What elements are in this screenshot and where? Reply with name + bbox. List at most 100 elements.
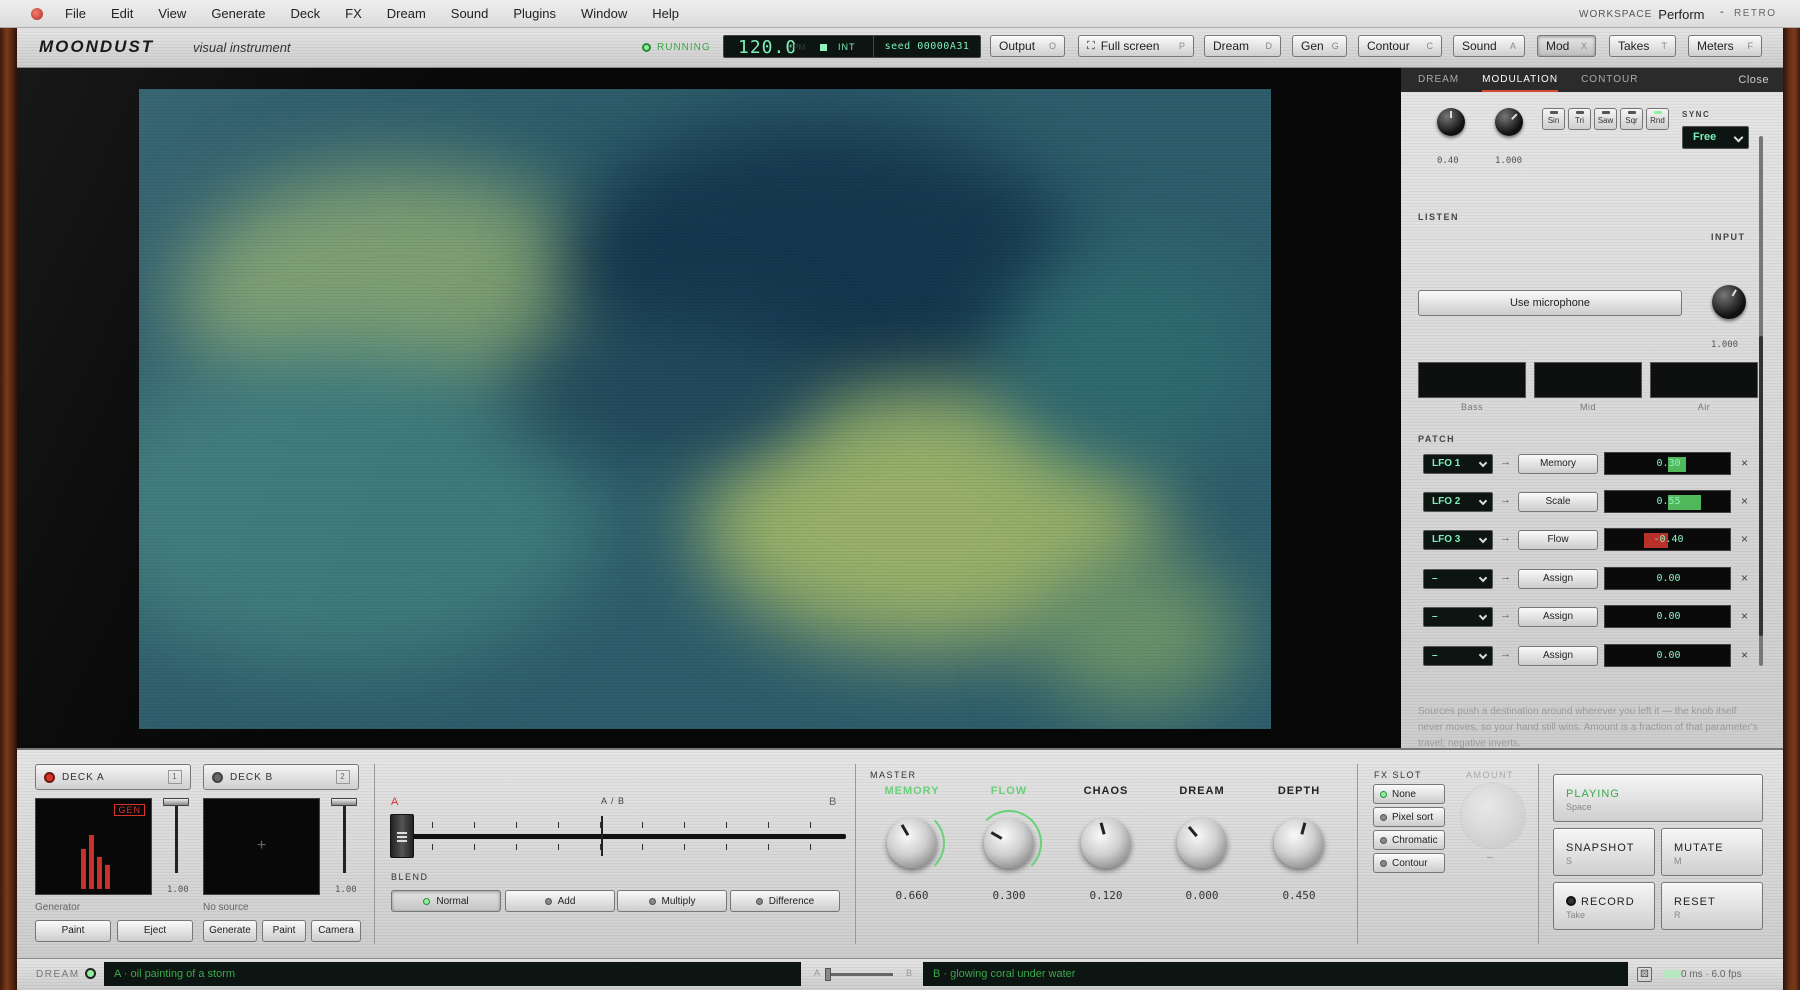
prompt-a-field[interactable]: A · oil painting of a storm: [104, 962, 801, 986]
chaos-knob[interactable]: [1081, 818, 1131, 868]
seed-display[interactable]: seed 00000A31: [873, 35, 981, 58]
crossfader[interactable]: [390, 800, 846, 860]
wave-tri-button[interactable]: Tri: [1568, 108, 1591, 130]
deck-a-header[interactable]: DECK A 1: [35, 764, 191, 790]
patch-amount-slider[interactable]: -0.40: [1604, 528, 1731, 551]
patch-amount-slider[interactable]: 0.00: [1604, 605, 1731, 628]
snapshot-button[interactable]: SNAPSHOT S: [1553, 828, 1655, 876]
patch-source-select[interactable]: –: [1423, 569, 1493, 589]
workspace-selector[interactable]: WORKSPACE Perform ⌃: [1579, 0, 1726, 28]
bpm-display[interactable]: 120.0 BPM INT: [723, 35, 875, 58]
patch-destination-button[interactable]: Memory: [1518, 454, 1598, 474]
output-button[interactable]: Output O: [990, 35, 1065, 57]
remove-patch-icon[interactable]: ×: [1741, 456, 1748, 470]
patch-amount-slider[interactable]: 0.00: [1604, 567, 1731, 590]
patch-source-select[interactable]: LFO 1: [1423, 454, 1493, 474]
patch-destination-button[interactable]: Assign: [1518, 646, 1598, 666]
menu-generate[interactable]: Generate: [211, 6, 265, 21]
menu-edit[interactable]: Edit: [111, 6, 133, 21]
mod-button[interactable]: Mod X: [1537, 35, 1596, 57]
remove-patch-icon[interactable]: ×: [1741, 494, 1748, 508]
fx-amount-knob[interactable]: [1461, 784, 1525, 848]
remove-patch-icon[interactable]: ×: [1741, 532, 1748, 546]
remove-patch-icon[interactable]: ×: [1741, 609, 1748, 623]
sync-select[interactable]: Free: [1682, 126, 1749, 149]
deck-b-preview[interactable]: +: [203, 798, 320, 895]
record-button[interactable]: RECORD Take: [1553, 882, 1655, 930]
wave-sqr-button[interactable]: Sqr: [1620, 108, 1643, 130]
patch-amount-slider[interactable]: 0.30: [1604, 452, 1731, 475]
deck-b-paint-button[interactable]: Paint: [262, 920, 306, 942]
dice-icon[interactable]: ⚄: [1637, 967, 1652, 982]
lfo-depth-knob[interactable]: [1495, 108, 1523, 136]
input-gain-knob[interactable]: [1712, 285, 1746, 319]
blend-difference-button[interactable]: Difference: [730, 890, 840, 912]
patch-destination-button[interactable]: Scale: [1518, 492, 1598, 512]
crossfader-handle[interactable]: [390, 814, 414, 858]
patch-source-select[interactable]: LFO 3: [1423, 530, 1493, 550]
deck-b-generate-button[interactable]: Generate: [203, 920, 257, 942]
remove-patch-icon[interactable]: ×: [1741, 571, 1748, 585]
deck-b-camera-button[interactable]: Camera: [311, 920, 361, 942]
menu-file[interactable]: File: [65, 6, 86, 21]
remove-patch-icon[interactable]: ×: [1741, 648, 1748, 662]
depth-knob[interactable]: [1274, 818, 1324, 868]
fx-pixel-sort-button[interactable]: Pixel sort: [1373, 807, 1445, 827]
menu-help[interactable]: Help: [652, 6, 679, 21]
lfo-rate-knob[interactable]: [1437, 108, 1465, 136]
patch-source-select[interactable]: LFO 2: [1423, 492, 1493, 512]
dream-knob[interactable]: [1177, 818, 1227, 868]
tab-contour[interactable]: CONTOUR: [1581, 68, 1638, 92]
mini-crossfader-handle[interactable]: [825, 968, 831, 981]
deck-a-preview[interactable]: GEN: [35, 798, 152, 895]
reset-button[interactable]: RESET R: [1661, 882, 1763, 930]
fx-contour-button[interactable]: Contour: [1373, 853, 1445, 873]
deck-b-header[interactable]: DECK B 2: [203, 764, 359, 790]
menu-sound[interactable]: Sound: [451, 6, 489, 21]
deck-a-paint-button[interactable]: Paint: [35, 920, 111, 942]
wave-rnd-button[interactable]: Rnd: [1646, 108, 1669, 130]
prompt-b-field[interactable]: B · glowing coral under water: [923, 962, 1628, 986]
fullscreen-button[interactable]: ⛶ Full screen P: [1078, 35, 1194, 57]
gen-button[interactable]: Gen G: [1292, 35, 1347, 57]
menu-deck[interactable]: Deck: [291, 6, 321, 21]
menu-dream[interactable]: Dream: [387, 6, 426, 21]
blend-add-button[interactable]: Add: [505, 890, 615, 912]
playing-button[interactable]: PLAYING Space: [1553, 774, 1763, 822]
mutate-button[interactable]: MUTATE M: [1661, 828, 1763, 876]
tab-dream[interactable]: DREAM: [1418, 68, 1459, 92]
patch-source-select[interactable]: –: [1423, 646, 1493, 666]
deck-a-fader[interactable]: [163, 798, 189, 878]
use-microphone-button[interactable]: Use microphone: [1418, 290, 1682, 316]
blend-normal-button[interactable]: Normal: [391, 890, 501, 912]
patch-destination-button[interactable]: Flow: [1518, 530, 1598, 550]
app-logo-icon[interactable]: [31, 7, 43, 20]
clock-source[interactable]: INT: [838, 42, 856, 52]
sound-button[interactable]: Sound A: [1453, 35, 1525, 57]
menu-fx[interactable]: FX: [345, 6, 362, 21]
takes-button[interactable]: Takes T: [1609, 35, 1676, 57]
patch-destination-button[interactable]: Assign: [1518, 569, 1598, 589]
wave-saw-button[interactable]: Saw: [1594, 108, 1617, 130]
fx-none-button[interactable]: None: [1373, 784, 1445, 804]
panel-close-button[interactable]: Close: [1738, 68, 1769, 92]
deck-a-eject-button[interactable]: Eject: [117, 920, 193, 942]
wave-sin-button[interactable]: Sin: [1542, 108, 1565, 130]
menu-window[interactable]: Window: [581, 6, 627, 21]
menu-plugins[interactable]: Plugins: [513, 6, 556, 21]
patch-destination-button[interactable]: Assign: [1518, 607, 1598, 627]
retro-toggle[interactable]: RETRO: [1734, 0, 1777, 28]
fx-chromatic-button[interactable]: Chromatic: [1373, 830, 1445, 850]
blend-multiply-button[interactable]: Multiply: [617, 890, 727, 912]
menu-view[interactable]: View: [158, 6, 186, 21]
mini-crossfader[interactable]: [825, 968, 893, 981]
patch-amount-slider[interactable]: 0.55: [1604, 490, 1731, 513]
patch-source-select[interactable]: –: [1423, 607, 1493, 627]
patch-amount-slider[interactable]: 0.00: [1604, 644, 1731, 667]
dream-button[interactable]: Dream D: [1204, 35, 1281, 57]
meters-button[interactable]: Meters F: [1688, 35, 1762, 57]
deck-b-fader[interactable]: [331, 798, 357, 878]
tab-modulation[interactable]: MODULATION: [1482, 68, 1559, 92]
panel-scroll-thumb[interactable]: [1759, 336, 1763, 636]
contour-button[interactable]: Contour C: [1358, 35, 1442, 57]
